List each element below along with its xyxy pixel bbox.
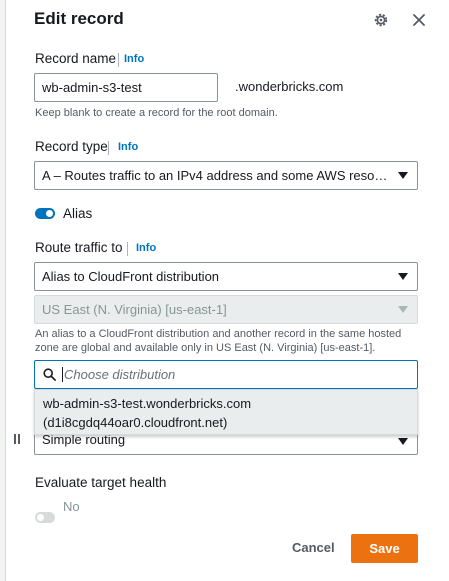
search-icon (43, 368, 56, 381)
dialog-title: Edit record (34, 9, 124, 28)
edit-record-panel: Edit record Record name Info wb-admin-s3… (5, 0, 449, 581)
close-icon[interactable] (411, 12, 427, 28)
chevron-down-icon (398, 171, 408, 179)
route-traffic-hint: An alias to a CloudFront distribution an… (35, 328, 402, 354)
chevron-down-icon (398, 438, 408, 445)
toggle-knob (37, 514, 44, 521)
chevron-down-icon (398, 272, 408, 280)
alias-label: Alias (63, 206, 93, 221)
route-traffic-label: Route traffic to (35, 240, 123, 255)
route-target-select[interactable]: Alias to CloudFront distribution (34, 262, 418, 291)
evaluate-health-value: No (63, 499, 80, 514)
record-name-input[interactable]: wb-admin-s3-test (34, 73, 218, 102)
region-value: US East (N. Virginia) [us-east-1] (42, 302, 227, 317)
save-button[interactable]: Save (351, 534, 418, 563)
evaluate-health-toggle (35, 512, 55, 523)
alias-toggle[interactable] (35, 208, 55, 219)
distribution-search-input[interactable]: Choose distribution (34, 360, 418, 389)
record-type-label: Record type (35, 139, 108, 154)
distribution-dropdown: wb-admin-s3-test.wonderbricks.com (d1i8c… (34, 389, 418, 435)
distribution-option-domain: wb-admin-s3-test.wonderbricks.com (43, 396, 252, 411)
evaluate-health-label: Evaluate target health (35, 475, 167, 490)
record-name-hint: Keep blank to create a record for the ro… (35, 107, 278, 119)
separator (127, 242, 128, 256)
record-type-value: A – Routes traffic to an IPv4 address an… (42, 168, 389, 183)
cancel-button[interactable]: Cancel (292, 540, 335, 555)
distribution-option-id: (d1i8cgdq44oar0.cloudfront.net) (43, 415, 228, 430)
record-type-select[interactable]: A – Routes traffic to an IPv4 address an… (34, 161, 418, 190)
record-name-value: wb-admin-s3-test (42, 80, 142, 95)
separator (108, 141, 109, 155)
route-target-value: Alias to CloudFront distribution (42, 269, 220, 284)
distribution-search-placeholder: Choose distribution (62, 367, 176, 382)
region-select: US East (N. Virginia) [us-east-1] (34, 295, 418, 324)
record-name-label: Record name (35, 51, 117, 66)
chevron-down-icon (398, 305, 408, 313)
route-traffic-info-link[interactable]: Info (136, 242, 156, 254)
separator (118, 53, 119, 67)
settings-gear-icon[interactable] (373, 12, 389, 28)
distribution-option[interactable]: wb-admin-s3-test.wonderbricks.com (d1i8c… (35, 390, 417, 436)
record-name-info-link[interactable]: Info (124, 53, 144, 65)
record-type-info-link[interactable]: Info (118, 141, 138, 153)
toggle-knob (46, 210, 53, 217)
domain-suffix: .wonderbricks.com (235, 79, 344, 94)
resize-handle-icon[interactable] (13, 434, 23, 444)
